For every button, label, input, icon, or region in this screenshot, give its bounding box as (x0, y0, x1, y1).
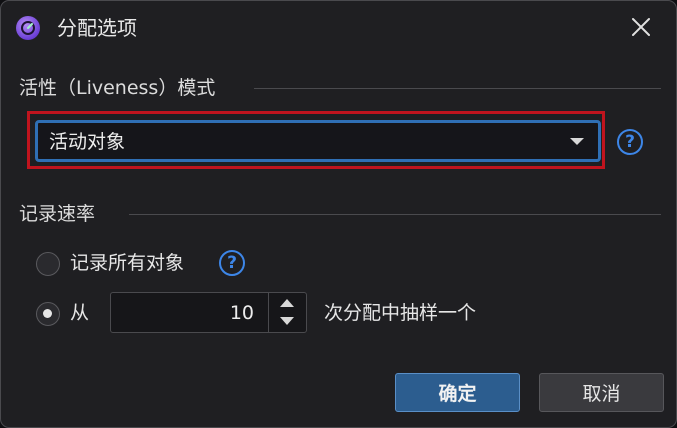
record-all-label[interactable]: 记录所有对象 (70, 251, 184, 275)
stepper-increment-button[interactable] (269, 293, 306, 312)
sample-count-stepper[interactable]: 10 (110, 292, 307, 333)
sample-prefix-label[interactable]: 从 (70, 301, 89, 325)
liveness-mode-value: 活动对象 (49, 131, 126, 153)
record-all-radio[interactable] (36, 252, 60, 276)
stepper-decrement-button[interactable] (269, 313, 306, 332)
section-divider (129, 214, 661, 215)
record-all-help-icon[interactable]: ? (219, 250, 245, 276)
liveness-help-icon[interactable]: ? (617, 129, 643, 155)
liveness-mode-select[interactable]: 活动对象 (35, 120, 601, 162)
record-rate-section-title: 记录速率 (19, 203, 96, 225)
section-divider (254, 88, 661, 89)
cancel-button[interactable]: 取消 (539, 373, 664, 412)
close-icon (632, 18, 650, 36)
chevron-down-icon (280, 317, 294, 325)
liveness-section-title: 活性（Liveness）模式 (19, 77, 216, 99)
chevron-down-icon (570, 138, 584, 145)
sample-radio[interactable] (36, 302, 60, 326)
sample-count-value[interactable]: 10 (230, 302, 254, 324)
app-logo-icon (16, 16, 40, 40)
allocation-options-dialog: 分配选项 活性（Liveness）模式 活动对象 ? 记录速率 记录所有对象 ?… (0, 0, 677, 428)
dialog-title: 分配选项 (57, 16, 137, 40)
chevron-up-icon (280, 299, 294, 307)
sample-suffix-label: 次分配中抽样一个 (324, 302, 477, 324)
close-button[interactable] (623, 9, 659, 45)
ok-button[interactable]: 确定 (395, 373, 520, 412)
